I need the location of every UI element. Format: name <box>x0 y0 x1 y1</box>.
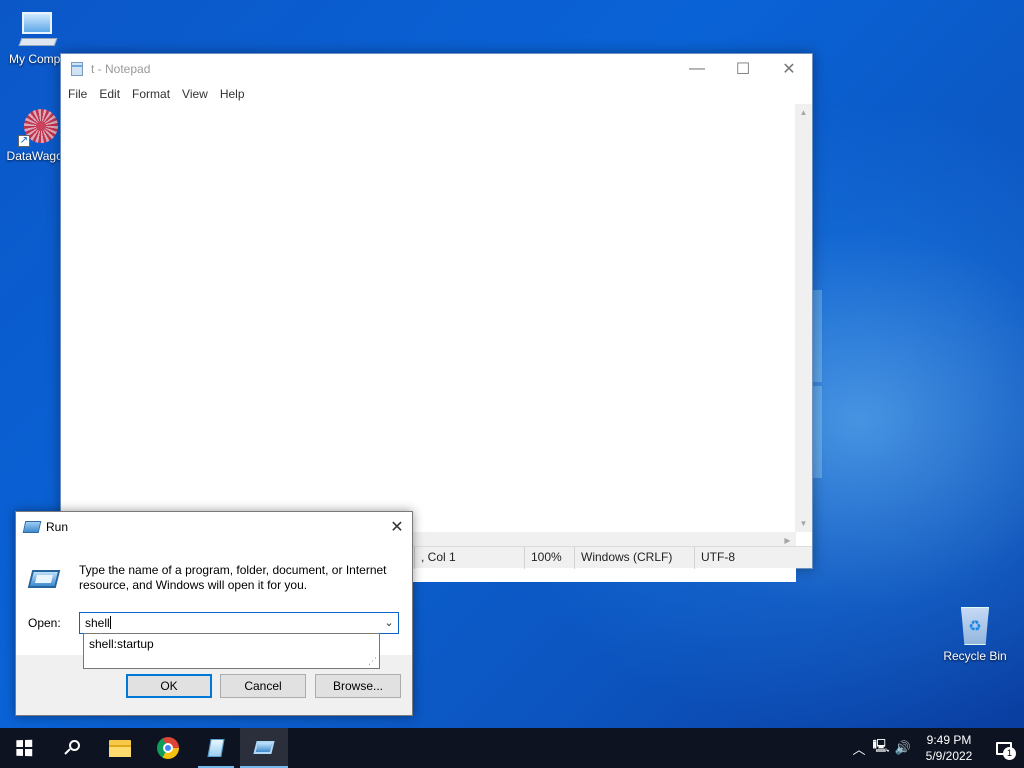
chevron-up-icon[interactable]: ︿ <box>848 739 870 758</box>
recycle-bin-icon: ♻ <box>955 601 995 647</box>
chevron-down-icon[interactable]: ⌄ <box>380 613 398 633</box>
close-button[interactable]: ✕ <box>766 54 812 84</box>
menu-bar: File Edit Format View Help <box>61 84 812 104</box>
window-title: t - Notepad <box>91 62 151 76</box>
volume-icon[interactable]: 🔊 <box>892 740 914 756</box>
clock[interactable]: 9:49 PM 5/9/2022 <box>914 732 984 764</box>
search-button[interactable] <box>48 728 96 768</box>
menu-edit[interactable]: Edit <box>93 87 126 101</box>
file-explorer-icon <box>109 739 131 757</box>
start-icon <box>16 739 33 757</box>
dialog-title: Run <box>46 520 69 534</box>
menu-file[interactable]: File <box>62 87 93 101</box>
taskbar-run[interactable] <box>240 728 288 768</box>
run-titlebar[interactable]: Run ✕ <box>16 512 412 542</box>
notification-count-badge: 1 <box>1003 747 1016 760</box>
open-input[interactable]: shell ⌄ <box>79 612 399 634</box>
minimize-button[interactable]: — <box>674 54 720 84</box>
vertical-scrollbar[interactable]: ▲ ▼ <box>795 104 812 532</box>
network-icon[interactable]: 🖳 <box>870 737 892 759</box>
desktop-light-beam <box>812 386 822 478</box>
start-button[interactable] <box>0 728 48 768</box>
scroll-up-icon[interactable]: ▲ <box>795 104 812 121</box>
desktop-light-beam <box>812 290 822 382</box>
autocomplete-list: shell:startup ⋰ <box>83 633 380 669</box>
taskbar-chrome[interactable] <box>144 728 192 768</box>
clock-date: 5/9/2022 <box>925 749 973 763</box>
run-icon <box>22 521 42 533</box>
taskbar-file-explorer[interactable] <box>96 728 144 768</box>
chrome-icon <box>157 737 179 759</box>
notepad-icon <box>69 61 85 77</box>
resize-grip-icon[interactable]: ⋰ <box>368 656 377 667</box>
menu-format[interactable]: Format <box>126 87 176 101</box>
status-encoding: UTF-8 <box>694 547 812 569</box>
search-icon <box>64 740 80 756</box>
run-icon <box>253 740 275 756</box>
text-caret <box>109 616 111 629</box>
menu-view[interactable]: View <box>176 87 214 101</box>
notepad-icon <box>206 738 226 758</box>
autocomplete-item[interactable]: shell:startup <box>84 634 379 654</box>
action-center-button[interactable]: 1 <box>984 728 1024 768</box>
run-dialog[interactable]: Run ✕ Type the name of a program, folder… <box>15 511 413 716</box>
notepad-window[interactable]: t - Notepad — ☐ ✕ File Edit Format View … <box>60 53 813 582</box>
clock-time: 9:49 PM <box>926 733 972 747</box>
close-button[interactable]: ✕ <box>382 517 412 537</box>
open-label: Open: <box>28 616 61 630</box>
browse-button[interactable]: Browse... <box>315 674 401 698</box>
menu-help[interactable]: Help <box>214 87 251 101</box>
taskbar: ︿ 🖳 🔊 9:49 PM 5/9/2022 1 <box>0 728 1024 768</box>
desktop-icon-label: Recycle Bin <box>943 649 1007 663</box>
ok-button[interactable]: OK <box>126 674 212 698</box>
notepad-titlebar[interactable]: t - Notepad — ☐ ✕ <box>61 54 812 84</box>
shortcut-arrow-icon: ↗ <box>18 135 30 147</box>
status-position: , Col 1 <box>414 547 524 569</box>
status-zoom: 100% <box>524 547 574 569</box>
maximize-button[interactable]: ☐ <box>720 54 766 84</box>
system-tray: ︿ 🖳 🔊 9:49 PM 5/9/2022 1 <box>848 728 1024 768</box>
scroll-down-icon[interactable]: ▼ <box>795 515 812 532</box>
run-description: Type the name of a program, folder, docu… <box>79 563 387 592</box>
taskbar-notepad[interactable] <box>192 728 240 768</box>
computer-icon <box>18 10 58 50</box>
desktop-icon-recycle-bin[interactable]: ♻ Recycle Bin <box>937 601 1013 663</box>
run-app-icon <box>27 568 61 592</box>
open-input-value: shell <box>85 616 110 630</box>
cancel-button[interactable]: Cancel <box>220 674 306 698</box>
status-line-ending: Windows (CRLF) <box>574 547 694 569</box>
datawagon-shortcut-icon: ↗ <box>18 107 58 147</box>
